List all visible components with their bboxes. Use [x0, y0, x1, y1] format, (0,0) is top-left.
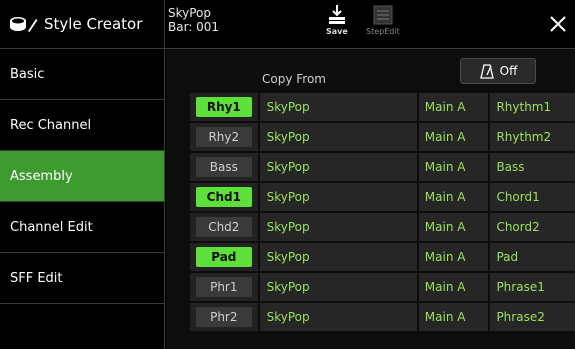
channel-button-bass[interactable]: Bass: [195, 157, 252, 177]
part-cell[interactable]: Rhythm1: [490, 93, 575, 121]
copy-from-header: Copy From: [262, 72, 326, 86]
part-cell[interactable]: Rhythm2: [490, 123, 575, 151]
part-cell[interactable]: Pad: [490, 243, 575, 271]
app-title-area: Style Creator: [0, 0, 165, 48]
assembly-table: Rhy1 SkyPop Main A Rhythm1 Rhy2 SkyPop M…: [190, 93, 575, 333]
part-cell[interactable]: Phrase2: [490, 303, 575, 331]
channel-button-phr1[interactable]: Phr1: [195, 277, 252, 297]
style-cell[interactable]: SkyPop: [259, 123, 417, 151]
assembly-panel: Copy From Off Rhy1 SkyPop Main A Rhythm1…: [166, 49, 575, 349]
stepedit-button[interactable]: StepEdit: [366, 4, 400, 44]
section-cell[interactable]: Main A: [418, 93, 489, 121]
section-cell[interactable]: Main A: [418, 153, 489, 181]
table-row: Rhy2 SkyPop Main A Rhythm2: [190, 123, 575, 151]
table-row: Phr1 SkyPop Main A Phrase1: [190, 273, 575, 301]
close-button[interactable]: [545, 10, 571, 38]
save-icon: [328, 5, 345, 24]
section-cell[interactable]: Main A: [418, 183, 489, 211]
style-creator-icon: [10, 17, 38, 32]
metronome-label: Off: [499, 64, 518, 78]
section-cell[interactable]: Main A: [418, 213, 489, 241]
channel-button-phr2[interactable]: Phr2: [195, 307, 252, 327]
section-cell[interactable]: Main A: [418, 243, 489, 271]
style-cell[interactable]: SkyPop: [259, 273, 417, 301]
bar-indicator: Bar: 001: [168, 20, 220, 34]
table-row: Rhy1 SkyPop Main A Rhythm1: [190, 93, 575, 121]
style-cell[interactable]: SkyPop: [259, 243, 417, 271]
table-row: Bass SkyPop Main A Bass: [190, 153, 575, 181]
save-label: Save: [326, 27, 348, 36]
section-cell[interactable]: Main A: [418, 273, 489, 301]
section-cell[interactable]: Main A: [418, 123, 489, 151]
style-cell[interactable]: SkyPop: [259, 183, 417, 211]
table-row: Pad SkyPop Main A Pad: [190, 243, 575, 271]
part-cell[interactable]: Bass: [490, 153, 575, 181]
style-cell[interactable]: SkyPop: [259, 93, 417, 121]
part-cell[interactable]: Phrase1: [490, 273, 575, 301]
sidebar-item-channel-edit[interactable]: Channel Edit: [0, 202, 164, 253]
channel-button-rhy1[interactable]: Rhy1: [195, 97, 252, 117]
stepedit-icon: [373, 5, 393, 25]
channel-button-chd1[interactable]: Chd1: [195, 187, 252, 207]
table-row: Chd2 SkyPop Main A Chord2: [190, 213, 575, 241]
channel-button-chd2[interactable]: Chd2: [195, 217, 252, 237]
style-name: SkyPop: [168, 6, 212, 20]
metronome-button[interactable]: Off: [460, 58, 536, 84]
sidebar: Basic Rec Channel Assembly Channel Edit …: [0, 49, 165, 349]
sidebar-item-rec-channel[interactable]: Rec Channel: [0, 100, 164, 151]
close-icon: [550, 16, 566, 32]
sidebar-item-assembly[interactable]: Assembly: [0, 151, 164, 202]
style-cell[interactable]: SkyPop: [259, 153, 417, 181]
part-cell[interactable]: Chord1: [490, 183, 575, 211]
style-cell[interactable]: SkyPop: [259, 303, 417, 331]
table-row: Chd1 SkyPop Main A Chord1: [190, 183, 575, 211]
section-cell[interactable]: Main A: [418, 303, 489, 331]
sidebar-item-basic[interactable]: Basic: [0, 49, 164, 100]
style-cell[interactable]: SkyPop: [259, 213, 417, 241]
header-bar: Style Creator SkyPop Bar: 001 Save StepE…: [0, 0, 575, 49]
channel-button-pad[interactable]: Pad: [195, 247, 252, 267]
metronome-icon: [479, 64, 494, 79]
stepedit-label: StepEdit: [366, 27, 400, 36]
app-title: Style Creator: [44, 15, 143, 33]
part-cell[interactable]: Chord2: [490, 213, 575, 241]
style-info: SkyPop Bar: 001: [168, 6, 219, 34]
channel-button-rhy2[interactable]: Rhy2: [195, 127, 252, 147]
table-row: Phr2 SkyPop Main A Phrase2: [190, 303, 575, 331]
sidebar-item-sff-edit[interactable]: SFF Edit: [0, 253, 164, 304]
save-button[interactable]: Save: [326, 4, 348, 44]
